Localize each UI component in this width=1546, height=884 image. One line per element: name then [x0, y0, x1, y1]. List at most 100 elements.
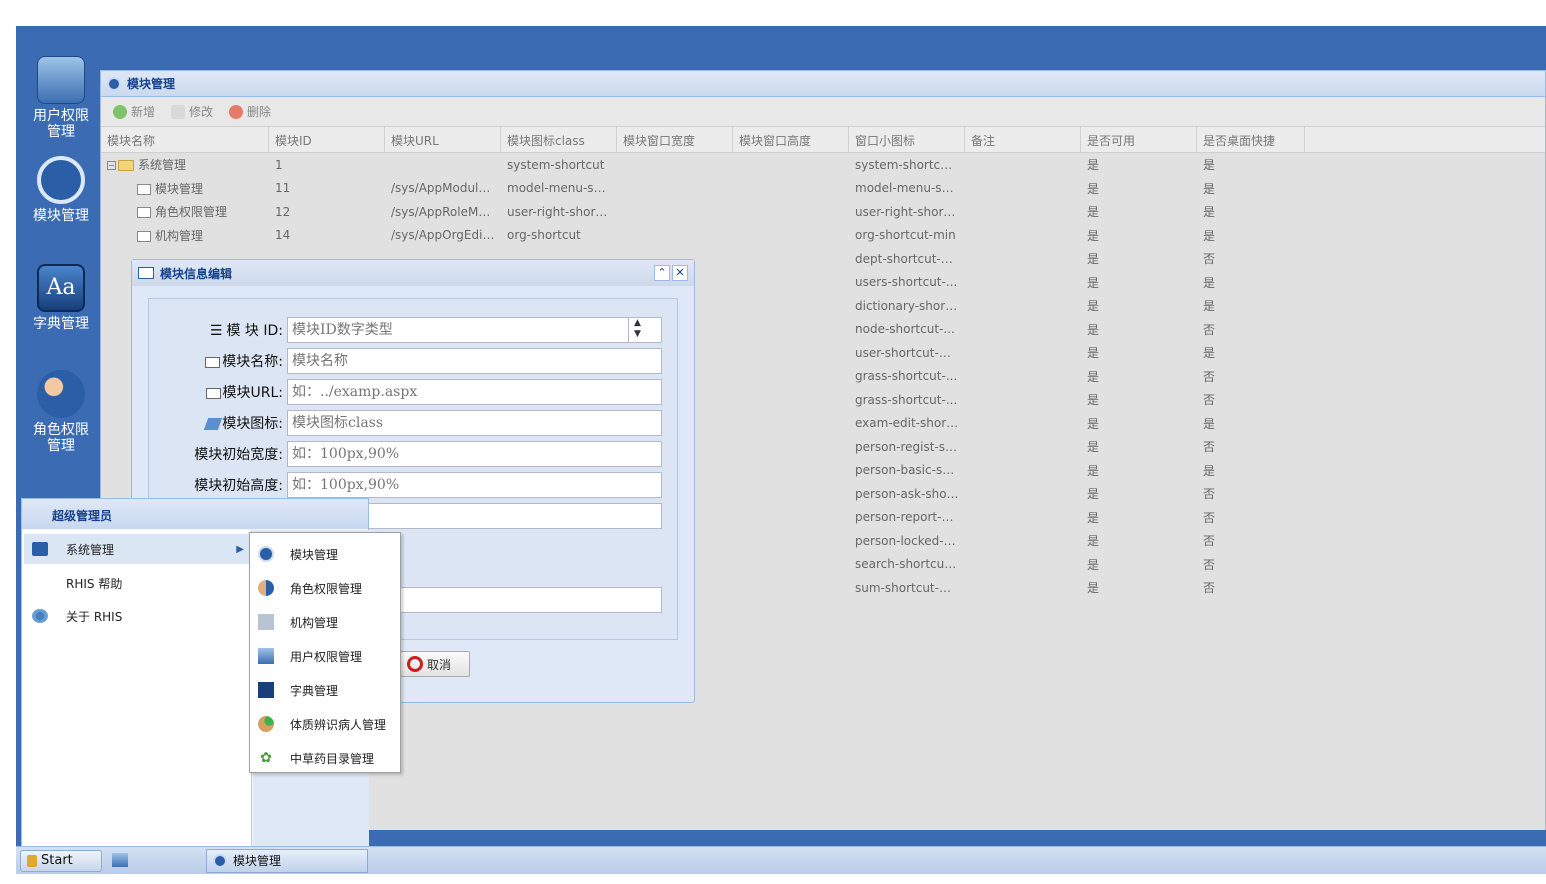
- module-url-input[interactable]: [287, 379, 662, 405]
- toolbar: 新增 修改 删除: [101, 97, 1545, 127]
- desktop-icon-label: 字典管理: [33, 316, 89, 332]
- column-header[interactable]: 模块图标class: [501, 127, 617, 152]
- submenu-item-module[interactable]: 模块管理: [250, 537, 400, 571]
- taskbar-window-module[interactable]: 模块管理: [206, 849, 368, 873]
- table-cell: person-locked-s...: [849, 534, 965, 548]
- module-id-input[interactable]: [287, 317, 662, 343]
- submenu-item-label: 模块管理: [290, 547, 339, 562]
- table-cell: 是: [1081, 250, 1197, 267]
- collapse-icon[interactable]: ⌃: [654, 265, 670, 281]
- cell-text: user-shortcut-min: [855, 345, 962, 360]
- column-header[interactable]: 模块URL: [385, 127, 501, 152]
- table-cell: 是: [1081, 415, 1197, 432]
- column-header[interactable]: 模块名称: [101, 127, 269, 152]
- start-menu-item-about[interactable]: 关于 RHIS: [24, 601, 250, 631]
- cell-text: 11: [275, 181, 291, 196]
- dialog-title: 模块信息编辑: [160, 266, 233, 281]
- desktop-icon-role-permission[interactable]: 角色权限 管理: [16, 370, 106, 454]
- collapse-icon[interactable]: −: [107, 161, 116, 171]
- field-label: 模块初始高度:: [194, 478, 283, 494]
- add-button[interactable]: 新增: [113, 103, 155, 120]
- table-cell: users-shortcut-...: [849, 275, 965, 289]
- role-permission-icon: [258, 580, 274, 596]
- table-cell: 是: [1197, 462, 1305, 479]
- cancel-button[interactable]: 取消: [400, 651, 470, 677]
- start-button[interactable]: Start: [20, 850, 102, 872]
- start-menu-item-system[interactable]: 系统管理 ▶: [24, 534, 250, 564]
- table-cell: 12: [269, 205, 385, 219]
- desktop-icon-label: 角色权限 管理: [33, 422, 89, 454]
- table-cell: person-ask-shor...: [849, 487, 965, 501]
- submenu-item-user[interactable]: 用户权限管理: [250, 639, 400, 673]
- submenu-item-patient[interactable]: 体质辨识病人管理: [250, 707, 400, 741]
- submenu-item-org[interactable]: 机构管理: [250, 605, 400, 639]
- desktop-icon-user-permission[interactable]: 用户权限 管理: [16, 56, 106, 140]
- cell-text: 是: [1087, 393, 1100, 408]
- field-label-text: 模块URL:: [222, 385, 284, 401]
- delete-button[interactable]: 删除: [229, 103, 271, 120]
- cell-text: 否: [1203, 393, 1216, 408]
- cancel-icon: [407, 656, 423, 672]
- table-cell: 否: [1197, 368, 1305, 385]
- start-menu-item-help[interactable]: RHIS 帮助: [24, 568, 250, 598]
- tree-node-icon: [137, 183, 151, 195]
- column-header[interactable]: 是否可用: [1081, 127, 1197, 152]
- table-row[interactable]: − 系统管理 1 system-shortcut system-shortcut... 是…: [101, 153, 1545, 177]
- edit-button[interactable]: 修改: [171, 103, 213, 120]
- column-header[interactable]: 备注: [965, 127, 1081, 152]
- table-cell: 是: [1081, 156, 1197, 173]
- column-header[interactable]: 窗口小图标: [849, 127, 965, 152]
- cell-text: grass-shortcut-...: [855, 392, 958, 407]
- cell-text: org-shortcut-min: [855, 228, 956, 243]
- module-height-input[interactable]: [287, 472, 662, 498]
- field-label: 模块图标:: [149, 413, 287, 433]
- window-titlebar[interactable]: 模块管理: [101, 71, 1545, 97]
- table-cell: system-shortcut...: [849, 158, 965, 172]
- grid-header: 模块名称 模块ID 模块URL 模块图标class 模块窗口宽度 模块窗口高度 …: [101, 127, 1545, 153]
- gear-icon: [32, 609, 48, 623]
- module-name-input[interactable]: [287, 348, 662, 374]
- spinner-icon[interactable]: ▲ ▼: [628, 318, 646, 342]
- column-header[interactable]: 是否桌面快捷: [1197, 127, 1305, 152]
- desktop-icon-module[interactable]: 模块管理: [16, 156, 106, 224]
- table-cell: 是: [1197, 180, 1305, 197]
- start-menu-item-label: 关于 RHIS: [66, 609, 123, 624]
- cell-text: 是: [1087, 416, 1100, 431]
- table-cell: 是: [1197, 297, 1305, 314]
- table-cell: 是: [1081, 274, 1197, 291]
- table-cell: grass-shortcut-...: [849, 393, 965, 407]
- cell-text: 是: [1087, 252, 1100, 267]
- cell-text: 是: [1203, 299, 1216, 314]
- submenu-item-dictionary[interactable]: 字典管理: [250, 673, 400, 707]
- table-cell: /sys/AppOrgEdit...: [385, 228, 501, 242]
- show-desktop-icon[interactable]: [112, 853, 128, 867]
- dialog-titlebar[interactable]: 模块信息编辑: [132, 260, 694, 286]
- add-icon: [113, 104, 127, 119]
- table-cell: 是: [1197, 415, 1305, 432]
- table-cell: exam-edit-short...: [849, 416, 965, 430]
- module-width-input[interactable]: [287, 441, 662, 467]
- cell-text: model-menu-sh...: [507, 181, 613, 196]
- module-icon-input[interactable]: [287, 410, 662, 436]
- cell-text: 是: [1087, 275, 1100, 290]
- table-cell: 是: [1197, 156, 1305, 173]
- table-cell: 否: [1197, 391, 1305, 408]
- table-row[interactable]: 模块管理 11/sys/AppModule... model-menu-sh... m…: [101, 177, 1545, 201]
- cell-text: person-regist-sh...: [855, 439, 965, 454]
- submenu-item-role[interactable]: 角色权限管理: [250, 571, 400, 605]
- window-icon: [138, 267, 154, 279]
- submenu-item-herb[interactable]: ✿ 中草药目录管理: [250, 741, 400, 775]
- table-cell: 否: [1197, 532, 1305, 549]
- table-cell: 是: [1081, 180, 1197, 197]
- column-header[interactable]: 模块窗口宽度: [617, 127, 733, 152]
- table-row[interactable]: 角色权限管理 12/sys/AppRoleMo... user-right-shor…: [101, 200, 1545, 224]
- close-icon[interactable]: ✕: [672, 265, 688, 281]
- cell-text: 是: [1203, 416, 1216, 431]
- cell-text: system-shortcut...: [855, 157, 964, 172]
- column-header[interactable]: 模块窗口高度: [733, 127, 849, 152]
- table-cell: user-shortcut-min: [849, 346, 965, 360]
- desktop-icon-dictionary[interactable]: Aa 字典管理: [16, 264, 106, 332]
- table-row[interactable]: 机构管理 14/sys/AppOrgEdit... org-shortcut org-…: [101, 224, 1545, 248]
- column-header[interactable]: 模块ID: [269, 127, 385, 152]
- submenu-item-label: 角色权限管理: [290, 581, 363, 596]
